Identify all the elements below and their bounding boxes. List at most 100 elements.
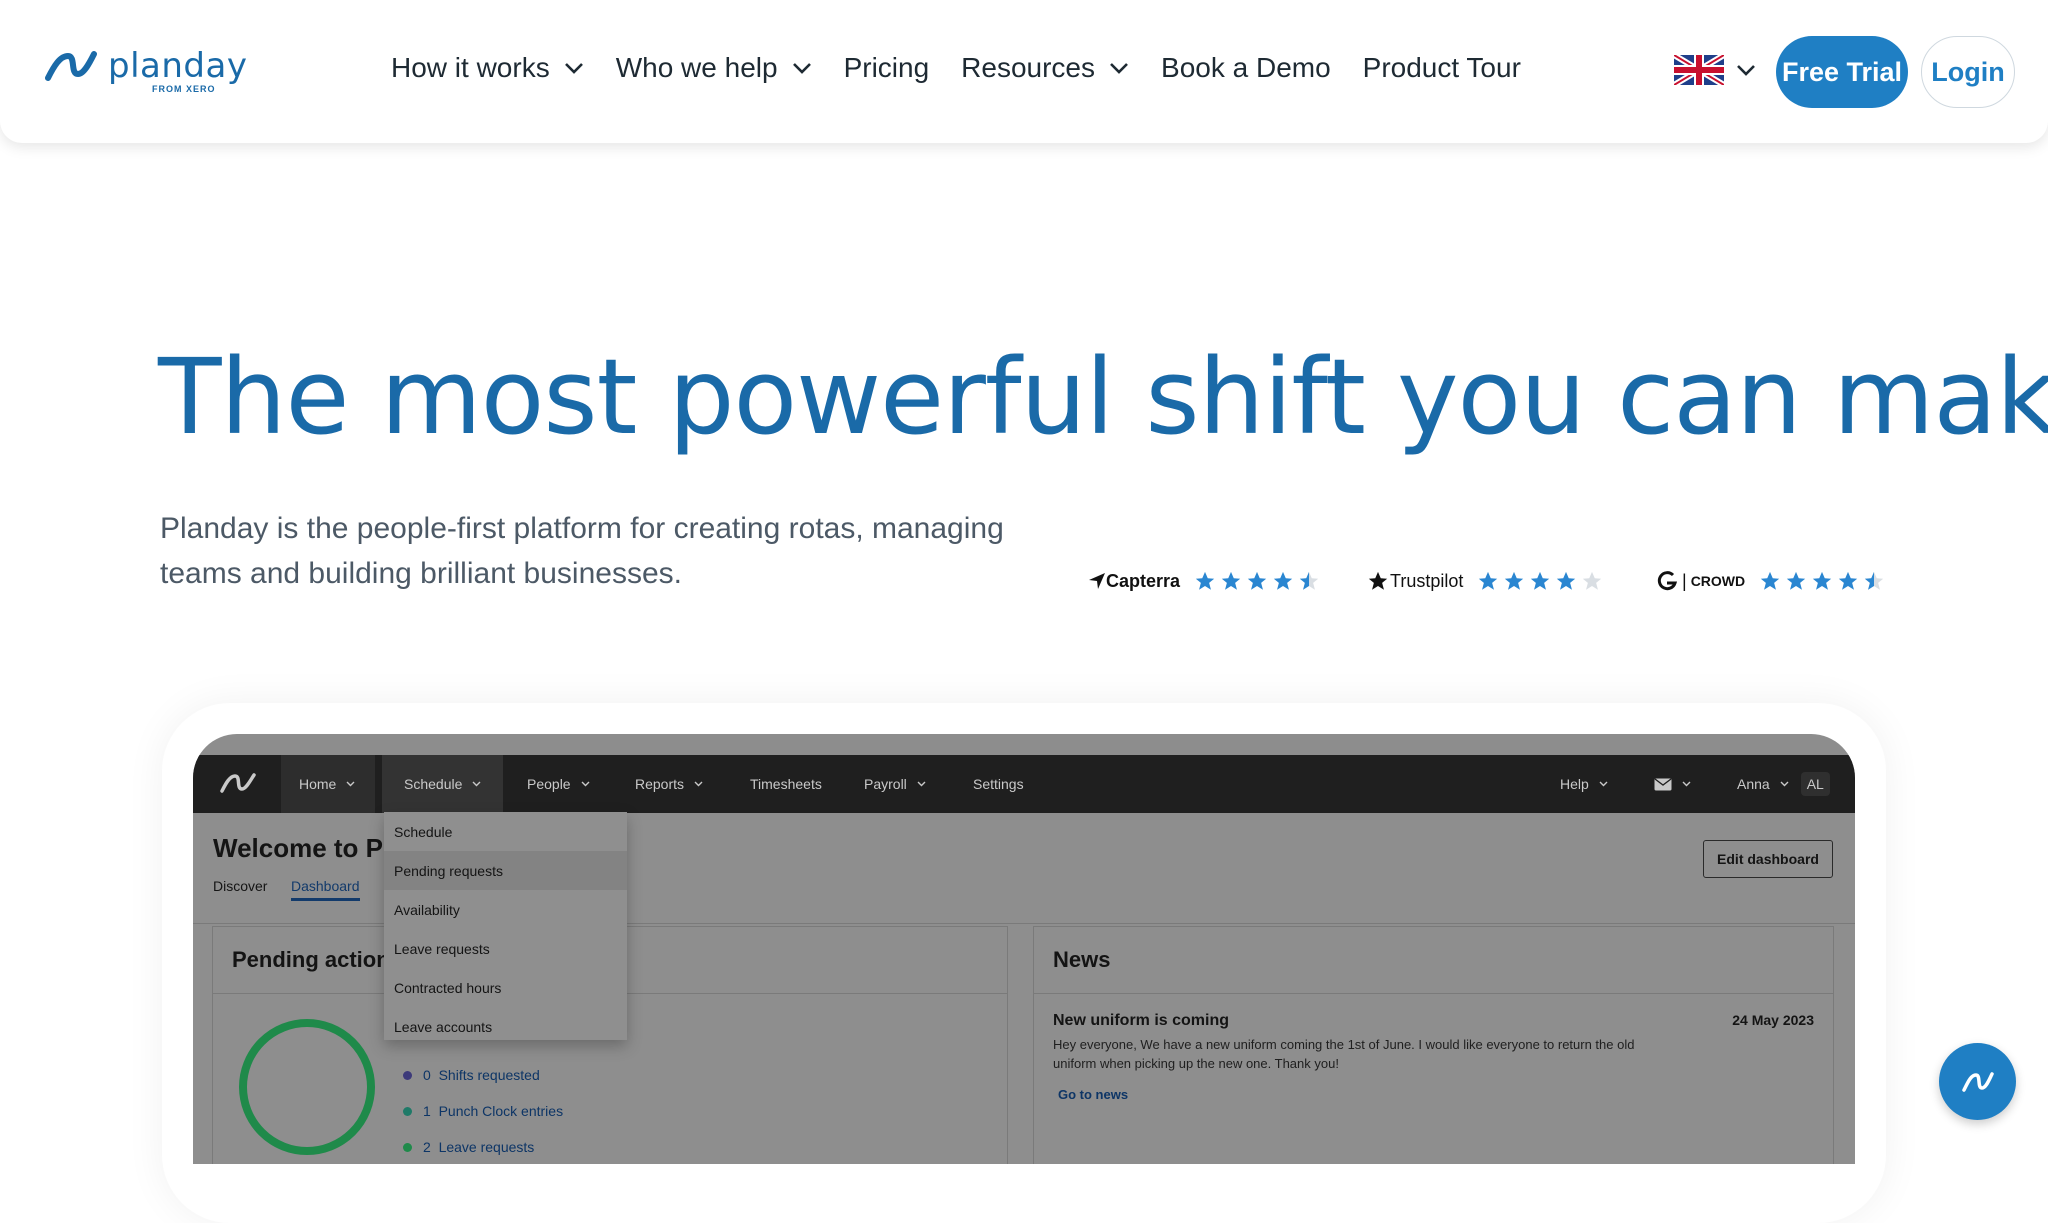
app-nav-label: People xyxy=(527,776,571,792)
language-selector[interactable] xyxy=(1674,55,1756,85)
donut-chart xyxy=(239,1019,375,1155)
app-nav-people[interactable]: People xyxy=(527,755,590,813)
star-half-icon xyxy=(1299,571,1319,590)
rating-brand-name: Trustpilot xyxy=(1390,570,1464,591)
planday-mark-icon xyxy=(45,51,97,81)
rating-trustpilot[interactable]: Trustpilot xyxy=(1366,570,1607,592)
panel-title: News xyxy=(1053,947,1111,972)
chevron-down-icon xyxy=(792,63,811,74)
schedule-dropdown-menu: Schedule Pending requests Availability L… xyxy=(384,812,627,1040)
pending-count: 0 xyxy=(423,1067,431,1083)
app-topbar: Home Schedule People Reports Timesheets … xyxy=(193,755,1855,813)
nav-resources[interactable]: Resources xyxy=(961,52,1129,84)
app-help-label: Help xyxy=(1560,776,1589,792)
rating-g2crowd[interactable]: | CROWD xyxy=(1656,570,1889,592)
menu-item-contracted-hours[interactable]: Contracted hours xyxy=(384,968,627,1007)
nav-book-a-demo[interactable]: Book a Demo xyxy=(1161,52,1331,84)
uk-flag-icon xyxy=(1674,55,1724,85)
app-nav-label: Reports xyxy=(635,776,685,792)
news-item-title: New uniform is coming xyxy=(1053,1012,1230,1029)
app-nav-label: Home xyxy=(299,776,337,792)
avatar: AL xyxy=(1800,772,1830,796)
chevron-down-icon xyxy=(346,781,355,787)
nav-product-tour[interactable]: Product Tour xyxy=(1363,52,1521,84)
status-dot xyxy=(403,1070,412,1080)
nav-label: Product Tour xyxy=(1362,52,1521,83)
menu-item-schedule[interactable]: Schedule xyxy=(384,812,627,851)
app-user-menu[interactable]: Anna AL xyxy=(1737,755,1830,813)
chevron-down-icon xyxy=(1110,63,1128,74)
app-user-name: Anna xyxy=(1737,776,1770,792)
chevron-down-icon xyxy=(694,781,703,787)
star-half-icon xyxy=(1864,571,1884,590)
nav-how-it-works[interactable]: How it works xyxy=(391,52,584,84)
star-rating xyxy=(1477,570,1607,592)
capterra-logo-icon xyxy=(1089,573,1105,589)
ratings-row: Capterra Trustpilot | CROWD xyxy=(0,570,2048,610)
app-nav-payroll[interactable]: Payroll xyxy=(864,755,926,813)
tab-dashboard[interactable]: Dashboard xyxy=(291,878,360,901)
g2crowd-logo-icon xyxy=(1657,571,1678,591)
menu-item-availability[interactable]: Availability xyxy=(384,890,627,929)
chevron-down-icon xyxy=(917,781,926,787)
go-to-news-link[interactable]: Go to news xyxy=(1058,1087,1128,1102)
menu-item-pending-requests[interactable]: Pending requests xyxy=(384,851,627,890)
pending-item[interactable]: 2 Leave requests xyxy=(403,1129,563,1164)
chat-launcher-button[interactable] xyxy=(1939,1043,2016,1120)
main-nav: How it works Who we help Pricing Resourc… xyxy=(391,52,1553,84)
pending-item[interactable]: 0 Shifts requested xyxy=(403,1057,563,1093)
tab-discover[interactable]: Discover xyxy=(213,878,267,894)
edit-dashboard-button[interactable]: Edit dashboard xyxy=(1703,840,1833,878)
nav-who-we-help[interactable]: Who we help xyxy=(616,52,812,84)
menu-item-leave-requests[interactable]: Leave requests xyxy=(384,929,627,968)
star-icon xyxy=(1786,571,1806,590)
login-button[interactable]: Login xyxy=(1921,36,2015,108)
free-trial-button[interactable]: Free Trial xyxy=(1776,36,1908,108)
news-item-date: 24 May 2023 xyxy=(1732,1012,1814,1028)
menu-item-leave-accounts[interactable]: Leave accounts xyxy=(384,1007,627,1046)
nav-pricing[interactable]: Pricing xyxy=(844,52,930,84)
app-nav-schedule[interactable]: Schedule xyxy=(382,755,504,813)
star-icon xyxy=(1838,571,1858,590)
planday-mark-icon xyxy=(220,773,256,793)
rating-capterra[interactable]: Capterra xyxy=(1088,570,1324,592)
star-rating xyxy=(1194,570,1324,592)
chevron-down-icon xyxy=(1599,781,1608,787)
nav-label: Resources xyxy=(961,52,1096,83)
star-empty-icon xyxy=(1583,571,1602,590)
app-nav-reports[interactable]: Reports xyxy=(635,755,703,813)
star-rating xyxy=(1759,570,1889,592)
status-dot xyxy=(403,1142,412,1152)
planday-mark-icon xyxy=(1961,1071,1994,1092)
envelope-icon xyxy=(1654,777,1672,790)
app-nav-label: Settings xyxy=(973,776,1024,792)
app-nav-label: Payroll xyxy=(864,776,907,792)
star-icon xyxy=(1247,571,1267,590)
star-icon xyxy=(1760,571,1780,590)
app-mail-menu[interactable] xyxy=(1654,755,1691,813)
nav-label: Who we help xyxy=(615,52,778,83)
star-icon xyxy=(1273,571,1293,590)
app-nav-home[interactable]: Home xyxy=(281,755,376,813)
star-icon xyxy=(1531,571,1550,590)
pending-count: 2 xyxy=(423,1139,431,1155)
chevron-down-icon xyxy=(564,63,583,74)
panel-title: Pending actions xyxy=(232,947,402,972)
pending-label: Shifts requested xyxy=(438,1067,540,1083)
planday-logo[interactable]: planday FROM XERO xyxy=(44,48,247,94)
app-nav-settings[interactable]: Settings xyxy=(973,755,1024,813)
nav-label: Pricing xyxy=(843,52,930,83)
divider xyxy=(1034,993,1833,994)
pending-label: Punch Clock entries xyxy=(438,1103,564,1119)
star-icon xyxy=(1195,571,1215,590)
nav-label: Book a Demo xyxy=(1161,52,1331,83)
star-icon xyxy=(1557,571,1576,590)
app-nav-timesheets[interactable]: Timesheets xyxy=(750,755,822,813)
rating-brand-name: Capterra xyxy=(1106,570,1181,591)
star-icon xyxy=(1505,571,1524,590)
pending-item[interactable]: 1 Punch Clock entries xyxy=(403,1093,563,1129)
star-icon xyxy=(1221,571,1241,590)
app-help-menu[interactable]: Help xyxy=(1560,755,1608,813)
app-nav-label: Timesheets xyxy=(750,776,822,792)
product-screenshot: Home Schedule People Reports Timesheets … xyxy=(193,734,1855,1164)
